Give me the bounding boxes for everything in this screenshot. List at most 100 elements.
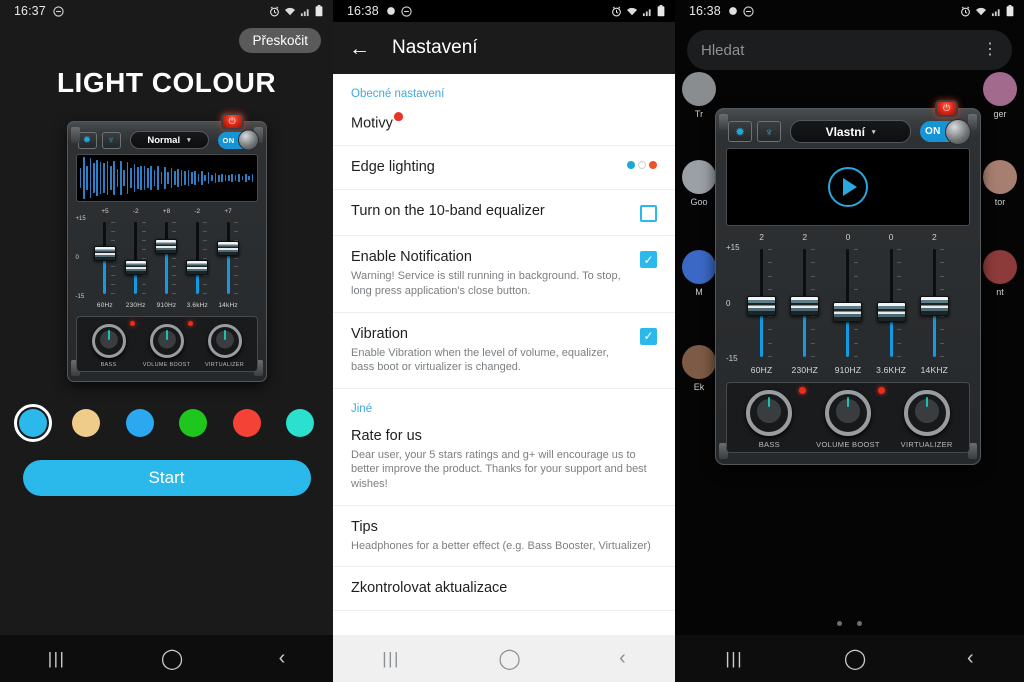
- settings-row[interactable]: Rate for us Dear user, your 5 stars ratin…: [333, 415, 675, 506]
- waveform-bar: [157, 165, 159, 191]
- chevron-down-icon: ▾: [871, 128, 876, 136]
- page-dot[interactable]: [857, 621, 862, 626]
- page-dot[interactable]: [837, 621, 842, 626]
- knob-dial-icon[interactable]: [824, 390, 871, 436]
- band-slider[interactable]: [826, 245, 869, 363]
- home-page-indicator[interactable]: [675, 621, 1024, 626]
- slider-thumb[interactable]: [93, 245, 116, 261]
- recents-button[interactable]: |||: [48, 649, 66, 669]
- gear-icon[interactable]: ✹: [728, 121, 752, 142]
- slider-thumb[interactable]: [747, 295, 777, 316]
- preset-dropdown[interactable]: Vlastní ▾: [790, 120, 911, 143]
- edge-color-dots[interactable]: [627, 161, 657, 170]
- row-accessory[interactable]: ✓: [640, 248, 657, 269]
- row-accessory[interactable]: [640, 202, 657, 223]
- settings-row[interactable]: Edge lighting: [333, 146, 675, 191]
- color-swatch[interactable]: [281, 404, 319, 442]
- preset-dropdown[interactable]: Normal ▾: [129, 131, 209, 149]
- settings-row[interactable]: Enable Notification Warning! Service is s…: [333, 236, 675, 313]
- slider-thumb[interactable]: [833, 302, 863, 323]
- knob-dial-icon[interactable]: [903, 390, 950, 436]
- home-button[interactable]: ◯: [844, 646, 866, 671]
- checkbox[interactable]: ✓: [640, 251, 657, 269]
- row-accessory[interactable]: ✓: [640, 325, 657, 345]
- slider-thumb[interactable]: [155, 239, 178, 255]
- knob-volume-boost[interactable]: VOLUME BOOST: [138, 321, 195, 368]
- color-swatch[interactable]: [228, 404, 266, 442]
- settings-row[interactable]: Tips Headphones for a better effect (e.g.…: [333, 506, 675, 568]
- band-slider[interactable]: [870, 245, 913, 363]
- play-button[interactable]: [828, 167, 868, 207]
- color-swatch-row[interactable]: [0, 404, 333, 442]
- color-swatch[interactable]: [14, 404, 52, 442]
- dnd-icon: [401, 5, 412, 17]
- settings-row[interactable]: Turn on the 10-band equalizer: [333, 190, 675, 237]
- band-slider[interactable]: [120, 218, 151, 300]
- slider-thumb[interactable]: [876, 302, 906, 323]
- band-slider[interactable]: [213, 218, 244, 300]
- checkbox[interactable]: [640, 205, 657, 223]
- band-slider[interactable]: [151, 218, 182, 300]
- knob-dial-icon[interactable]: [207, 324, 242, 358]
- knob-dial-icon[interactable]: [91, 324, 126, 358]
- recents-button[interactable]: |||: [725, 649, 743, 669]
- knob-virtualizer[interactable]: VIRTUALIZER: [196, 324, 253, 368]
- slider-fill: [846, 318, 850, 357]
- slider-thumb[interactable]: [919, 295, 949, 316]
- start-button[interactable]: Start: [22, 460, 311, 496]
- settings-list: Obecné nastavení Motivy Edge lighting Turn …: [333, 74, 675, 682]
- slider-thumb[interactable]: [124, 259, 147, 275]
- knob-volume-boost[interactable]: VOLUME BOOST: [809, 387, 887, 449]
- home-app-icon[interactable]: ger: [978, 72, 1022, 119]
- settings-row[interactable]: Zkontrolovat aktualizace: [333, 567, 675, 612]
- knob-dial-icon[interactable]: [746, 390, 793, 436]
- theme-shirt-icon[interactable]: ♆: [101, 131, 121, 149]
- color-swatch[interactable]: [121, 404, 159, 442]
- back-button[interactable]: ‹: [967, 647, 974, 670]
- waveform-bar: [187, 170, 190, 186]
- back-arrow-icon[interactable]: ←: [349, 38, 370, 59]
- db-axis: +15 0 -15: [76, 216, 90, 300]
- band-slider[interactable]: [182, 218, 213, 300]
- home-button[interactable]: ◯: [161, 646, 183, 671]
- band-slider[interactable]: [90, 218, 121, 300]
- knob-bass[interactable]: BASS: [80, 321, 137, 368]
- back-button[interactable]: ‹: [279, 647, 286, 670]
- band-slider[interactable]: [913, 245, 956, 363]
- kebab-menu-icon[interactable]: ⋮: [982, 42, 998, 57]
- checkbox[interactable]: ✓: [640, 327, 657, 345]
- row-accessory[interactable]: [627, 158, 657, 170]
- slider-thumb[interactable]: [217, 241, 240, 257]
- band-slider[interactable]: [783, 245, 826, 363]
- power-toggle[interactable]: ON: [920, 121, 968, 142]
- knob-panel: BASS VOLUME BOOST VIRTUALIZER: [726, 382, 970, 453]
- slider-thumb[interactable]: [790, 295, 820, 316]
- settings-row[interactable]: Vibration Enable Vibration when the level…: [333, 313, 675, 389]
- knob-dial-icon[interactable]: [149, 324, 184, 358]
- knob-virtualizer[interactable]: VIRTUALIZER: [888, 390, 966, 449]
- battery-icon: [315, 5, 323, 17]
- equalizer-sliders[interactable]: +15 0 -15: [724, 243, 972, 363]
- back-button[interactable]: ‹: [619, 647, 626, 670]
- waveform-bar: [116, 168, 119, 188]
- equalizer-sliders[interactable]: +15 0 -15: [74, 216, 260, 300]
- skip-button[interactable]: Přeskočit: [239, 28, 321, 53]
- power-button[interactable]: [935, 100, 958, 117]
- theme-shirt-icon[interactable]: ♆: [757, 121, 781, 142]
- power-button[interactable]: [220, 113, 244, 130]
- recents-button[interactable]: |||: [382, 649, 400, 669]
- color-swatch[interactable]: [67, 404, 105, 442]
- gear-icon[interactable]: ✹: [77, 131, 97, 149]
- status-left-icons: [728, 5, 754, 17]
- home-app-icon[interactable]: nt: [978, 250, 1022, 297]
- color-swatch[interactable]: [174, 404, 212, 442]
- waveform-bar: [238, 174, 240, 182]
- knob-bass[interactable]: BASS: [730, 387, 808, 449]
- home-app-icon[interactable]: tor: [978, 160, 1022, 207]
- settings-row[interactable]: Motivy: [333, 100, 675, 147]
- status-time: 16:38: [689, 4, 721, 18]
- power-toggle[interactable]: ON: [217, 131, 256, 149]
- home-button[interactable]: ◯: [498, 646, 520, 671]
- band-slider[interactable]: [740, 245, 783, 363]
- slider-thumb[interactable]: [186, 259, 209, 275]
